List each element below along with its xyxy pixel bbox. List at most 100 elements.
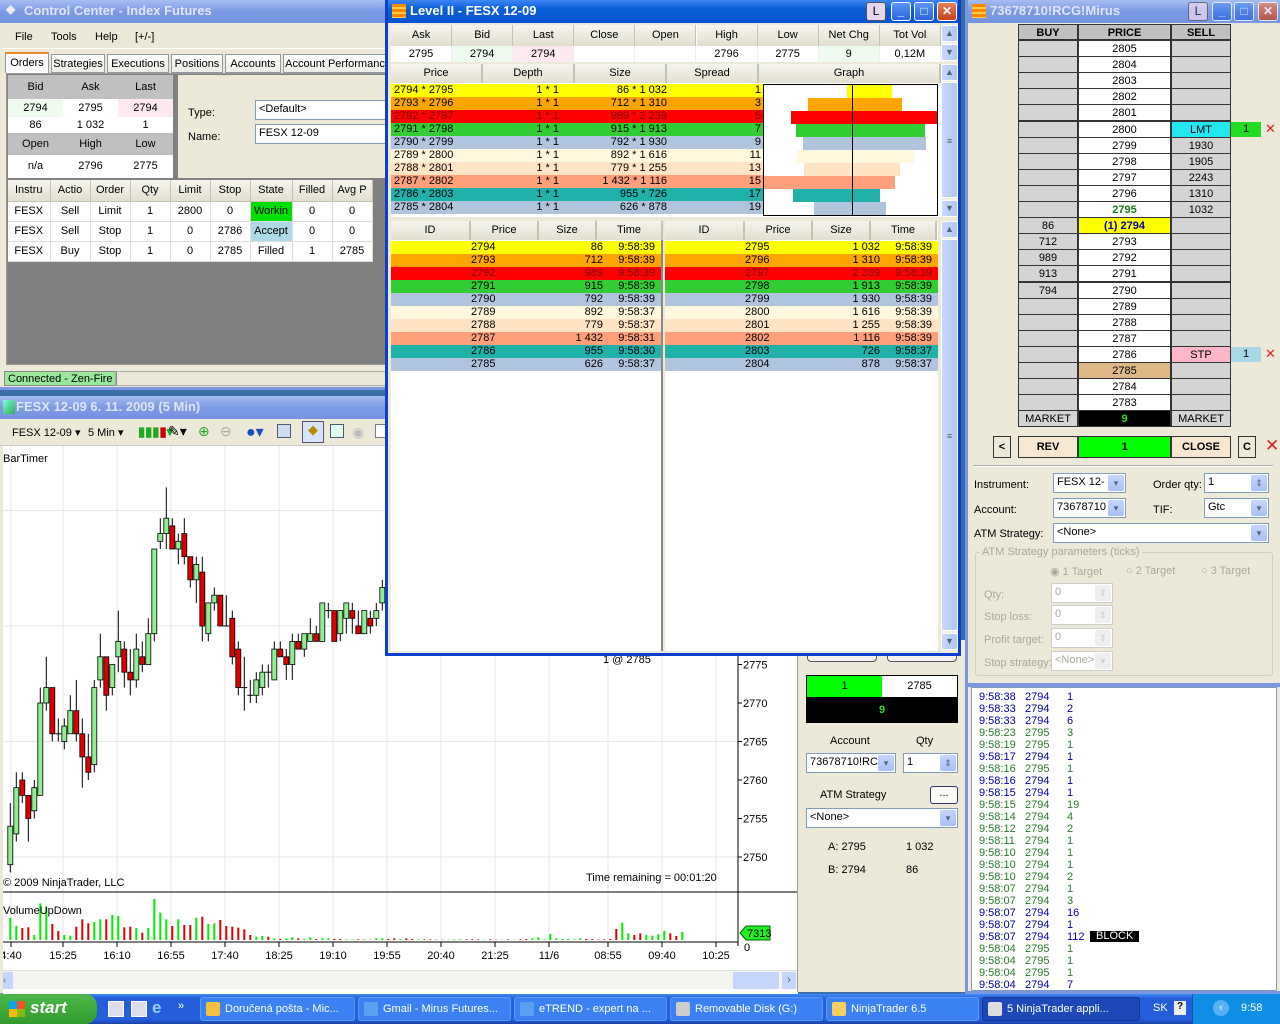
order-row[interactable]: FESX Buy Stop 1 0 2785 Filled 1 2785	[8, 241, 373, 262]
taskbar-item[interactable]: Doručená pošta - Mic...	[200, 997, 355, 1021]
ask-row[interactable]: 2800 1 616 9:58:39	[665, 306, 938, 319]
dom-sell-cell[interactable]	[1171, 249, 1231, 267]
stop-loss-input[interactable]: 0 ⇕	[1051, 605, 1113, 625]
depth-row[interactable]: 2791 * 2798 1 * 1 915 * 1 913 7	[391, 123, 763, 136]
dom-price-cell[interactable]: 2783	[1078, 394, 1171, 412]
atm-strategy-button[interactable]: ...	[930, 786, 958, 804]
dom-price-cell[interactable]: 2790	[1078, 281, 1171, 299]
dom-sell-cell[interactable]	[1171, 313, 1231, 331]
tif-select[interactable]: Gtc ▾	[1204, 498, 1269, 518]
column-header[interactable]: Stop	[210, 180, 251, 202]
indicators-icon[interactable]	[330, 424, 344, 438]
dom-buy-cell[interactable]	[1018, 72, 1078, 90]
ask-row[interactable]: 2804 878 9:58:37	[665, 358, 938, 371]
depth-header-spread[interactable]: Spread	[667, 64, 759, 83]
link-button[interactable]: L	[866, 2, 886, 21]
dom-price-cell[interactable]: 2800	[1078, 120, 1171, 138]
taskbar-item[interactable]: NinjaTrader 6.5	[826, 997, 979, 1021]
depth-row[interactable]: 2790 * 2799 1 * 1 792 * 1 930 9	[391, 136, 763, 149]
dom-price-cell[interactable]: 2789	[1078, 297, 1171, 315]
bid-row[interactable]: 2794 86 9:58:39	[391, 241, 661, 254]
drawing-tool-icon[interactable]: ✎▾	[168, 423, 187, 440]
atm-strategy-select[interactable]: <None> ▾	[806, 808, 958, 828]
radio-3-target[interactable]: ○ 3 Target	[1201, 565, 1250, 577]
depth-row[interactable]: 2792 * 2797 1 * 1 989 * 2 239 5	[391, 110, 763, 123]
taskbar-item[interactable]: eTREND - expert na ...	[514, 997, 667, 1021]
scroll-down-icon[interactable]: ▼	[941, 200, 958, 217]
dom-sell-cell[interactable]: 1032	[1171, 201, 1231, 219]
depth-row[interactable]: 2789 * 2800 1 * 1 892 * 1 616 11	[391, 149, 763, 162]
dom-buy-cell[interactable]: 913	[1018, 265, 1078, 283]
bid-row[interactable]: 2785 626 9:58:37	[391, 358, 661, 371]
depth-header-graph[interactable]: Graph	[759, 64, 941, 83]
depth-scrollbar[interactable]: ▲ ≡ ▼	[941, 64, 958, 217]
dom-price-cell[interactable]: 2788	[1078, 313, 1171, 331]
maximize-button[interactable]: □	[1234, 2, 1254, 21]
language-indicator[interactable]: SK	[1153, 1002, 1168, 1014]
scroll-down-icon[interactable]: ▼	[941, 633, 958, 650]
dom-buy-cell[interactable]	[1018, 56, 1078, 74]
dom-sell-cell[interactable]	[1171, 56, 1231, 74]
dom-buy-cell[interactable]	[1018, 201, 1078, 219]
market-sell-button[interactable]: MARKET	[1171, 410, 1231, 428]
scroll-up-icon[interactable]: ▲	[941, 25, 958, 42]
summary-scrollbar[interactable]: ▲ ▼	[941, 25, 958, 62]
dom-buy-cell[interactable]: 794	[1018, 281, 1078, 299]
dom-sell-cell[interactable]	[1171, 104, 1231, 122]
bid-row[interactable]: 2787 1 432 9:58:31	[391, 332, 661, 345]
atm-strategy-select[interactable]: <None> ▾	[1053, 523, 1269, 543]
menu-help[interactable]: Help	[95, 31, 118, 43]
taskbar-item[interactable]: Removable Disk (G:)	[670, 997, 823, 1021]
qty-stepper[interactable]: 1 ⇕	[903, 753, 958, 773]
dom-buy-cell[interactable]	[1018, 120, 1078, 138]
close-button[interactable]: ✕	[937, 2, 957, 21]
menu-tools[interactable]: Tools	[51, 31, 77, 43]
dom-buy-cell[interactable]	[1018, 88, 1078, 106]
book-header-time[interactable]: Time	[871, 221, 937, 240]
control-center-title-bar[interactable]: ◆ Control Center - Index Futures	[0, 0, 387, 23]
dom-price-cell[interactable]: 2803	[1078, 72, 1171, 90]
ask-row[interactable]: 2798 1 913 9:58:39	[665, 280, 938, 293]
dom-buy-cell[interactable]	[1018, 136, 1078, 154]
dom-sell-cell[interactable]	[1171, 233, 1231, 251]
dom-sell-cell[interactable]	[1171, 394, 1231, 412]
order-qty-tag[interactable]: 1	[1231, 346, 1261, 362]
bid-row[interactable]: 2789 892 9:58:37	[391, 306, 661, 319]
strategies-icon[interactable]: ◆	[302, 421, 324, 443]
scroll-right-icon[interactable]: ›	[782, 972, 796, 989]
column-header[interactable]: Avg P	[332, 180, 373, 202]
account-select[interactable]: 73678710!RC ▾	[806, 753, 896, 773]
book-header-id[interactable]: ID	[665, 221, 745, 240]
dom-price-cell[interactable]: 2791	[1078, 265, 1171, 283]
scroll-down-icon[interactable]: ▼	[941, 44, 958, 61]
name-select[interactable]: FESX 12-09	[255, 124, 395, 144]
book-header-id[interactable]: ID	[391, 221, 471, 240]
type-select[interactable]: <Default>	[255, 100, 395, 120]
cancel-order-icon[interactable]: ✕	[1265, 346, 1276, 362]
properties-icon[interactable]: ◉	[352, 424, 364, 441]
scroll-thumb[interactable]: ≡	[941, 82, 958, 198]
order-row[interactable]: FESX Sell Limit 1 2800 0 Workin 0 0	[8, 201, 373, 222]
depth-row[interactable]: 2794 * 2795 1 * 1 86 * 1 032 1	[391, 84, 763, 97]
dom-price-cell[interactable]: 2785	[1078, 362, 1171, 380]
dom-sell-cell[interactable]	[1171, 281, 1231, 299]
position-qty-display[interactable]: 1	[1078, 436, 1171, 458]
instrument-select[interactable]: FESX 12- ▾	[1053, 473, 1126, 493]
spin-icon[interactable]: ⇕	[1251, 475, 1267, 491]
stop-strategy-select[interactable]: <None> ▾	[1051, 651, 1113, 671]
column-header[interactable]: Actio	[50, 180, 91, 202]
tab-account-performanc[interactable]: Account Performanc	[283, 54, 387, 73]
tab-accounts[interactable]: Accounts	[225, 54, 281, 73]
dom-price-cell[interactable]: 2801	[1078, 104, 1171, 122]
dom-buy-cell[interactable]	[1018, 378, 1078, 396]
dom-sell-cell[interactable]	[1171, 40, 1231, 58]
dom-buy-cell[interactable]: 712	[1018, 233, 1078, 251]
bid-row[interactable]: 2786 955 9:58:30	[391, 345, 661, 358]
dom-buy-cell[interactable]	[1018, 345, 1078, 363]
dom-price-cell[interactable]: 2804	[1078, 56, 1171, 74]
market-buy-button[interactable]: MARKET	[1018, 410, 1078, 428]
column-header[interactable]: Instru	[8, 180, 51, 202]
tab-positions[interactable]: Positions	[171, 54, 223, 73]
bid-row[interactable]: 2788 779 9:58:37	[391, 319, 661, 332]
chart-scrollbar[interactable]: ‹ ›	[3, 970, 798, 989]
